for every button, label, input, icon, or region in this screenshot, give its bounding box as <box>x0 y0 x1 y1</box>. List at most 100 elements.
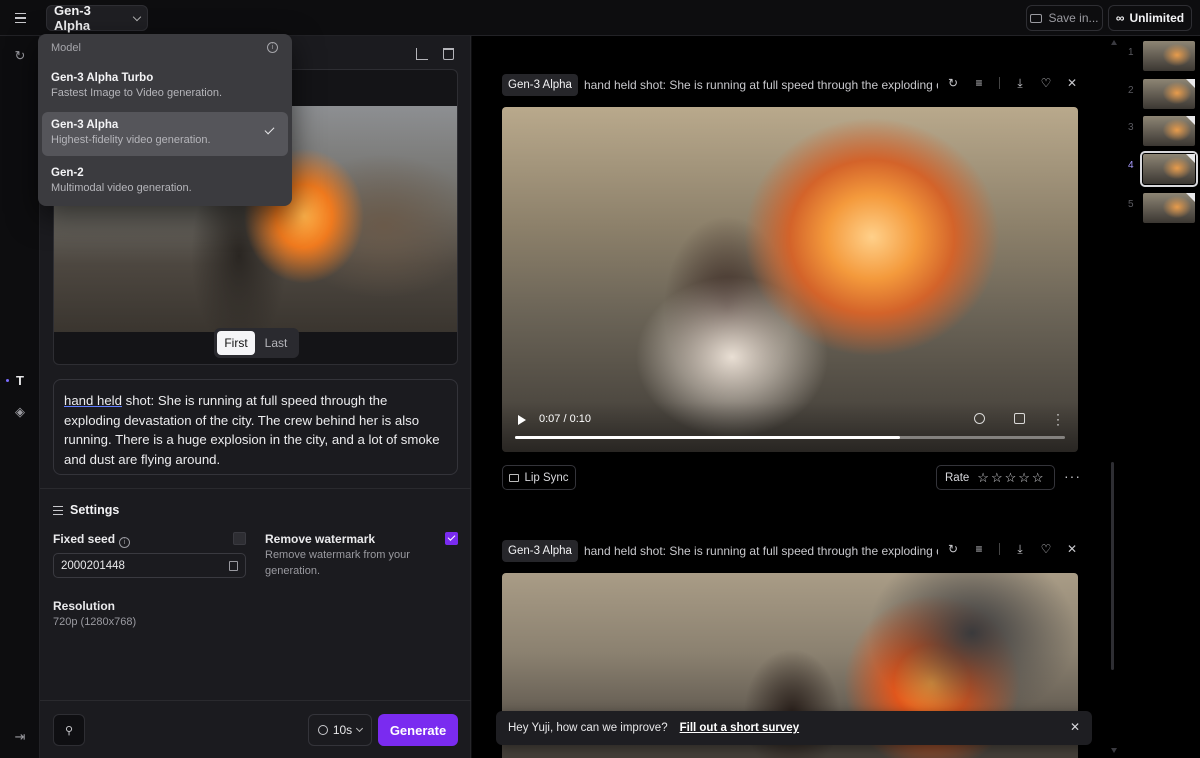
menu-icon[interactable] <box>10 9 30 27</box>
seed-input[interactable]: 2000201448 <box>53 553 246 578</box>
info-icon[interactable]: i <box>119 537 131 548</box>
dropdown-header: Model <box>51 42 81 54</box>
model-option-desc: Fastest Image to Video generation. <box>51 87 223 99</box>
volume-icon[interactable] <box>974 413 985 424</box>
thumbnail-item[interactable]: 4 <box>1120 151 1200 188</box>
seed-value: 2000201448 <box>61 559 125 572</box>
model-option-desc: Multimodal video generation. <box>51 182 192 194</box>
thumbnail-image <box>1140 151 1198 187</box>
unlimited-button[interactable]: ∞ Unlimited <box>1108 5 1192 31</box>
crop-icon[interactable] <box>416 48 428 60</box>
trash-icon[interactable] <box>443 48 454 60</box>
details-icon[interactable]: ≡ <box>973 543 985 555</box>
output-prompt: hand held shot: She is running at full s… <box>583 78 938 92</box>
model-dropdown: Model i Gen-3 Alpha Turbo Fastest Image … <box>38 34 292 206</box>
fixed-seed-label: Fixed seed <box>53 532 116 546</box>
lip-sync-button[interactable]: Lip Sync <box>502 465 576 490</box>
output-video[interactable]: 0:07 / 0:10 · · · <box>502 107 1078 452</box>
thumbnail-item[interactable]: 1 <box>1120 41 1200 75</box>
copy-icon[interactable] <box>229 560 238 571</box>
left-rail: ↻ T ◈ ⇥ <box>0 36 40 758</box>
download-icon[interactable]: ⤓ <box>1014 543 1026 555</box>
model-option-gen2[interactable]: Gen-2 Multimodal video generation. <box>42 160 288 204</box>
model-option-desc: Highest-fidelity video generation. <box>51 134 211 146</box>
more-options-icon[interactable]: ··· <box>1064 468 1081 484</box>
thumbnail-image <box>1143 79 1195 109</box>
star-icon[interactable]: ☆ <box>1032 471 1044 484</box>
thumbnail-item[interactable]: 3 <box>1120 116 1200 150</box>
star-icon[interactable]: ☆ <box>1018 471 1030 484</box>
advanced-settings-button[interactable]: ⚲ <box>53 714 85 746</box>
remove-watermark-checkbox[interactable] <box>445 532 458 545</box>
frame-toggle: First Last <box>214 328 299 358</box>
duration-selector[interactable]: 10s <box>308 714 372 746</box>
last-frame-button[interactable]: Last <box>259 331 293 355</box>
model-selector-button[interactable]: Gen-3 Alpha <box>46 3 148 33</box>
settings-title: Settings <box>70 503 120 517</box>
play-icon[interactable] <box>518 415 526 425</box>
star-icon[interactable]: ☆ <box>991 471 1003 484</box>
history-icon[interactable]: ↻ <box>12 48 28 64</box>
timer-icon <box>317 725 328 735</box>
model-option-gen3-alpha[interactable]: Gen-3 Alpha Highest-fidelity video gener… <box>42 112 288 156</box>
model-tag: Gen-3 Alpha <box>502 74 578 96</box>
thumbnail-number: 2 <box>1128 85 1134 96</box>
collapse-panel-icon[interactable]: ⇥ <box>12 729 28 745</box>
thumbnail-number: 1 <box>1128 47 1134 58</box>
heart-icon[interactable]: ♡ <box>1040 543 1052 555</box>
output-prompt: hand held shot: She is running at full s… <box>583 544 938 558</box>
close-icon[interactable]: ✕ <box>1070 720 1080 734</box>
text-tool-icon[interactable]: T <box>12 373 28 389</box>
divider <box>40 700 471 701</box>
video-progress-track[interactable] <box>515 436 1065 439</box>
scroll-up-icon[interactable] <box>1111 40 1117 45</box>
close-icon[interactable]: ✕ <box>1066 77 1078 89</box>
fixed-seed-checkbox[interactable] <box>233 532 246 545</box>
first-frame-button[interactable]: First <box>217 331 255 355</box>
fullscreen-icon[interactable] <box>1014 413 1025 424</box>
feed-scrollbar[interactable] <box>1108 36 1120 758</box>
video-progress-fill <box>515 436 900 439</box>
survey-link[interactable]: Fill out a short survey <box>680 722 800 734</box>
scrollbar-thumb[interactable] <box>1111 462 1114 670</box>
remove-watermark-label: Remove watermark <box>265 532 376 546</box>
thumbnail-number: 3 <box>1128 122 1134 133</box>
thumbnail-image <box>1143 116 1195 146</box>
details-icon[interactable]: ≡ <box>973 77 985 89</box>
active-indicator <box>6 379 9 382</box>
info-icon[interactable]: i <box>267 42 278 53</box>
thumbnail-item[interactable]: 2 <box>1120 79 1200 113</box>
feedback-toast: Hey Yuji, how can we improve? Fill out a… <box>496 711 1092 745</box>
video-corner-icon <box>1186 154 1195 163</box>
toast-text: Hey Yuji, how can we improve? <box>508 722 668 734</box>
model-option-title: Gen-3 Alpha <box>51 119 119 131</box>
star-icon[interactable]: ☆ <box>977 471 989 484</box>
resolution-value: 720p (1280x768) <box>53 616 137 628</box>
output-card-header: Gen-3 Alpha hand held shot: She is runni… <box>502 73 1078 97</box>
heart-icon[interactable]: ♡ <box>1040 77 1052 89</box>
model-option-title: Gen-2 <box>51 167 84 179</box>
video-corner-icon <box>1186 116 1195 125</box>
generate-button[interactable]: Generate <box>378 714 458 746</box>
reuse-icon[interactable]: ↻ <box>947 77 959 89</box>
thumbnail-item[interactable]: 5 <box>1120 193 1200 227</box>
model-option-gen3-alpha-turbo[interactable]: Gen-3 Alpha Turbo Fastest Image to Video… <box>42 65 288 109</box>
output-card-header: Gen-3 Alpha hand held shot: She is runni… <box>502 539 1078 563</box>
close-icon[interactable]: ✕ <box>1066 543 1078 555</box>
download-icon[interactable]: ⤓ <box>1014 77 1026 89</box>
prompt-textarea[interactable]: hand held shot: She is running at full s… <box>53 379 458 475</box>
fixed-seed-label-row: Fixed seed i <box>53 532 131 548</box>
divider <box>999 543 1000 555</box>
save-in-button[interactable]: Save in... <box>1026 5 1103 31</box>
star-icon[interactable]: ☆ <box>1005 471 1017 484</box>
folder-icon <box>1030 13 1043 23</box>
reuse-icon[interactable]: ↻ <box>947 543 959 555</box>
thumbnail-strip: 1 2 3 4 5 <box>1120 36 1200 758</box>
divider <box>40 488 471 489</box>
settings-sliders-icon <box>53 505 63 516</box>
layers-icon[interactable]: ◈ <box>12 404 28 420</box>
scroll-down-icon[interactable] <box>1111 748 1117 753</box>
more-options-icon[interactable]: ··· <box>1056 408 1060 430</box>
prompt-underlined-text: hand held <box>64 393 122 408</box>
video-time: 0:07 / 0:10 <box>539 413 591 425</box>
